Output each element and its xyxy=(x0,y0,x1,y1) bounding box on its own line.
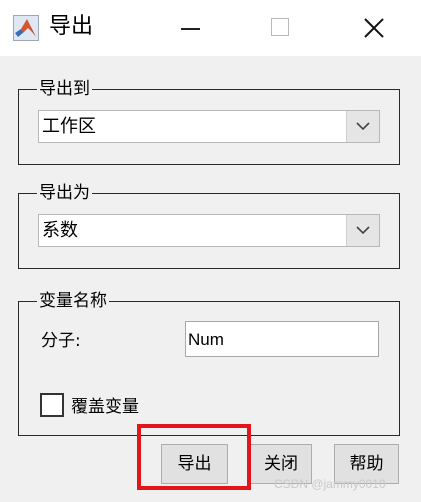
variable-names-label: 变量名称 xyxy=(37,289,109,313)
highlight-box xyxy=(137,424,251,490)
export-as-value: 系数 xyxy=(42,220,78,241)
numerator-label: 分子: xyxy=(41,331,81,351)
minimize-icon xyxy=(181,28,200,30)
watermark: CSDN @jammy0010 xyxy=(274,477,386,491)
variable-names-group: 变量名称 分子: Num 覆盖变量 xyxy=(18,289,400,436)
window-title: 导出 xyxy=(49,14,94,39)
maximize-button[interactable] xyxy=(249,0,313,56)
chevron-down-icon xyxy=(356,226,370,235)
close-icon xyxy=(364,18,384,38)
minimize-button[interactable] xyxy=(158,0,222,56)
close-window-button[interactable] xyxy=(342,0,406,56)
export-as-label: 导出为 xyxy=(37,181,92,205)
export-as-dropdown-arrow[interactable] xyxy=(346,215,379,246)
title-bar[interactable]: 导出 xyxy=(0,0,421,56)
export-to-dropdown[interactable]: 工作区 xyxy=(38,110,380,143)
export-to-value: 工作区 xyxy=(42,116,96,137)
export-dialog: 导出 导出到 工作区 导出为 系数 变量名称 分子: Num 覆盖变量 导出 关… xyxy=(0,0,421,502)
export-as-dropdown[interactable]: 系数 xyxy=(38,214,380,247)
matlab-icon xyxy=(13,15,39,41)
overwrite-checkbox[interactable] xyxy=(40,393,64,417)
numerator-input[interactable]: Num xyxy=(185,321,379,357)
export-to-group: 导出到 工作区 xyxy=(18,77,400,165)
overwrite-label[interactable]: 覆盖变量 xyxy=(71,395,139,419)
export-as-group: 导出为 系数 xyxy=(18,181,400,269)
export-to-dropdown-arrow[interactable] xyxy=(346,111,379,142)
chevron-down-icon xyxy=(356,122,370,131)
maximize-icon xyxy=(271,18,289,36)
export-to-label: 导出到 xyxy=(37,77,92,101)
